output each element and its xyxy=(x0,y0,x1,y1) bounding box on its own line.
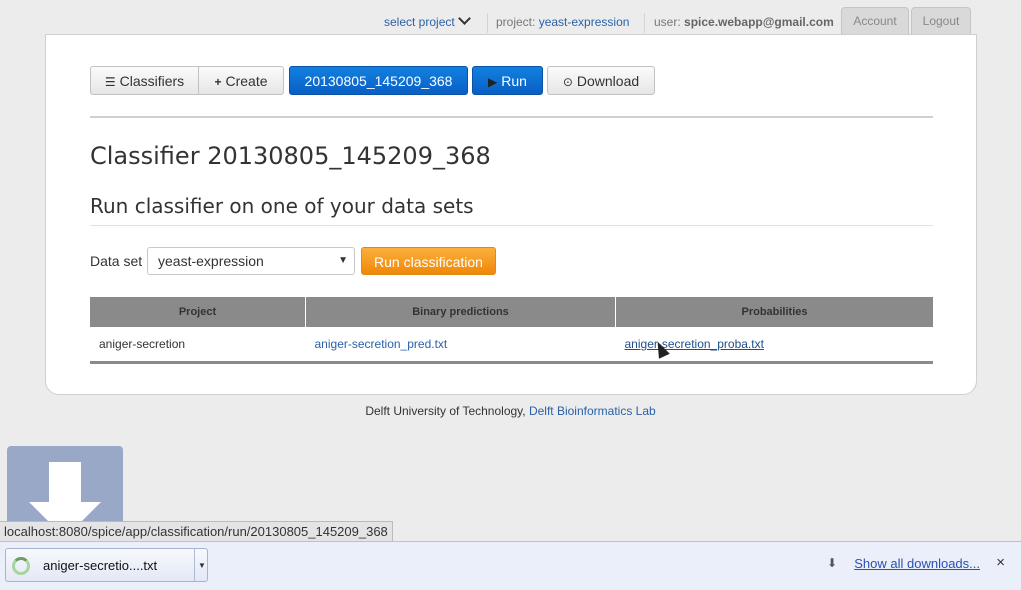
select-project-label: select project xyxy=(384,15,455,29)
probabilities-link[interactable]: aniger-secretion_proba.txt xyxy=(625,337,764,351)
download-item[interactable]: aniger-secretio....txt ▼ xyxy=(5,548,208,582)
current-project: project: yeast-expression xyxy=(496,15,629,29)
classifiers-label: Classifiers xyxy=(119,73,185,89)
top-navigation: select project project: yeast-expression… xyxy=(0,0,1021,36)
project-link[interactable]: yeast-expression xyxy=(539,15,630,29)
run-classification-button[interactable]: Run classification xyxy=(361,247,496,275)
account-button[interactable]: Account xyxy=(841,7,909,34)
dataset-select[interactable]: yeast-expression ▼ xyxy=(147,247,355,275)
create-button[interactable]: + Create xyxy=(198,66,284,95)
user-label: user: xyxy=(654,15,681,29)
dataset-label: Data set xyxy=(90,253,143,269)
list-icon: ☰ xyxy=(104,75,116,89)
run-button[interactable]: ▶ Run xyxy=(472,66,543,95)
divider xyxy=(90,116,933,118)
footer: Delft University of Technology, Delft Bi… xyxy=(0,404,1021,418)
section-title: Run classifier on one of your data sets xyxy=(90,194,474,218)
current-user: user: spice.webapp@gmail.com xyxy=(654,15,834,29)
select-project-dropdown[interactable]: select project xyxy=(384,12,471,29)
dataset-selected-value: yeast-expression xyxy=(158,253,264,269)
plus-icon: + xyxy=(214,75,222,89)
download-arrow-icon: ⬇ xyxy=(826,556,837,570)
play-icon: ▶ xyxy=(488,75,498,89)
arrow-stem xyxy=(49,462,81,502)
chevron-down-icon xyxy=(457,12,471,25)
cell-project: aniger-secretion xyxy=(99,337,186,351)
results-table: Project Binary predictions Probabilities… xyxy=(90,297,933,364)
progress-spinner-icon xyxy=(12,557,30,575)
column-header-binary: Binary predictions xyxy=(305,297,616,327)
download-label: Download xyxy=(576,73,640,89)
create-label: Create xyxy=(225,73,268,89)
user-email: spice.webapp@gmail.com xyxy=(684,15,834,29)
run-label: Run xyxy=(501,73,527,89)
download-menu-caret-icon[interactable]: ▼ xyxy=(194,549,209,581)
download-shelf: aniger-secretio....txt ▼ ⬇ Show all down… xyxy=(0,541,1021,590)
classifiers-button[interactable]: ☰ Classifiers xyxy=(90,66,199,95)
column-header-probabilities: Probabilities xyxy=(615,297,933,327)
main-panel: ☰ Classifiers + Create 20130805_145209_368… xyxy=(45,34,977,395)
footer-text: Delft University of Technology, xyxy=(365,404,526,418)
binary-predictions-link[interactable]: aniger-secretion_pred.txt xyxy=(315,337,448,351)
download-circle-icon: ⊙ xyxy=(562,75,573,89)
show-all-downloads-link[interactable]: Show all downloads... xyxy=(854,556,980,571)
divider xyxy=(90,225,933,226)
divider xyxy=(487,13,488,33)
footer-link[interactable]: Delft Bioinformatics Lab xyxy=(529,404,656,418)
page-title: Classifier 20130805_145209_368 xyxy=(90,142,491,170)
column-header-project: Project xyxy=(90,297,306,327)
table-header-row: Project Binary predictions Probabilities xyxy=(90,297,933,327)
status-url: localhost:8080/spice/app/classification/… xyxy=(0,521,393,542)
classifier-id-button[interactable]: 20130805_145209_368 xyxy=(289,66,468,95)
download-filename: aniger-secretio....txt xyxy=(43,558,158,573)
table-row: aniger-secretion aniger-secretion_pred.t… xyxy=(90,327,933,363)
divider xyxy=(644,13,645,33)
cell-binary: aniger-secretion_pred.txt xyxy=(306,327,616,363)
logout-button[interactable]: Logout xyxy=(911,7,971,34)
download-button[interactable]: ⊙ Download xyxy=(547,66,655,95)
close-icon[interactable]: × xyxy=(996,554,1005,571)
caret-down-icon: ▼ xyxy=(338,255,348,266)
project-label: project: xyxy=(496,15,536,29)
